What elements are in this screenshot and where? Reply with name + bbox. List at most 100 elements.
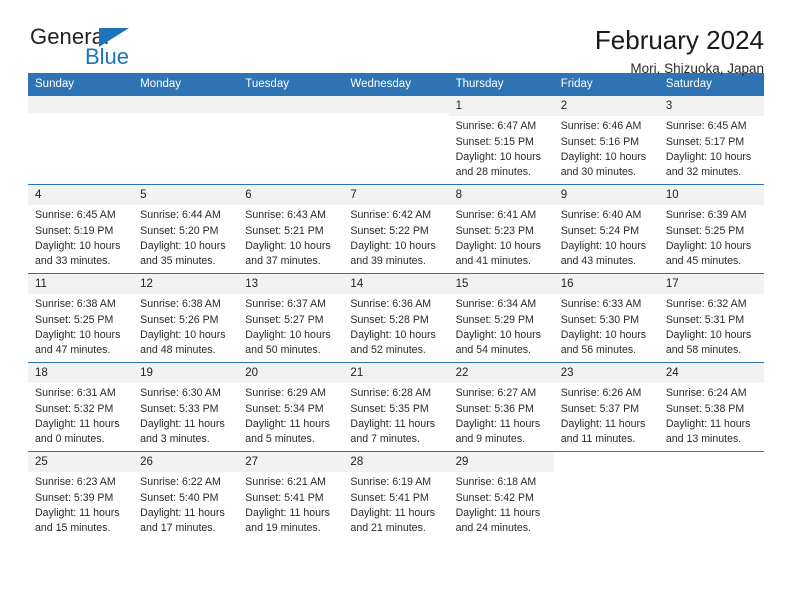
day-number: 7: [343, 185, 449, 206]
day-detail-daylight1: Daylight: 10 hours: [140, 328, 226, 341]
day-details: Sunrise: 6:47 AM Sunset: 5:15 PM Daylight:…: [449, 116, 554, 180]
day-details: Sunrise: 6:31 AM Sunset: 5:32 PM Daylight:…: [28, 383, 133, 447]
calendar-day-cell[interactable]: 4 Sunrise: 6:45 AM Sunset: 5:19 PM Daylight…: [28, 184, 134, 274]
calendar-page: General Blue February 2024 Mori, Shizuok…: [0, 0, 792, 612]
weekday-header-sunday: Sunday: [28, 73, 134, 96]
day-number: 22: [448, 363, 554, 384]
day-detail-daylight1: Daylight: 10 hours: [665, 239, 752, 252]
day-detail-sunrise: Sunrise: 6:45 AM: [35, 209, 116, 222]
calendar-table: Sunday Monday Tuesday Wednesday Thursday…: [28, 73, 764, 541]
day-number: 2: [553, 96, 659, 117]
calendar-day-cell[interactable]: 27 Sunrise: 6:21 AM Sunset: 5:41 PM Dayligh…: [238, 451, 344, 541]
day-detail-daylight2: and 47 minutes.: [35, 343, 111, 356]
calendar-day-cell[interactable]: 5 Sunrise: 6:44 AM Sunset: 5:20 PM Daylight…: [133, 184, 239, 274]
calendar-day-cell[interactable]: 29 Sunrise: 6:18 AM Sunset: 5:42 PM Dayligh…: [448, 451, 554, 541]
calendar-day-cell[interactable]: 9 Sunrise: 6:40 AM Sunset: 5:24 PM Daylight…: [553, 184, 659, 274]
day-number: 3: [658, 96, 764, 117]
day-number: 15: [448, 274, 554, 295]
day-detail-sunset: Sunset: 5:20 PM: [140, 224, 219, 237]
calendar-day-cell[interactable]: 2 Sunrise: 6:46 AM Sunset: 5:16 PM Daylight…: [553, 95, 659, 185]
day-detail-daylight1: Daylight: 10 hours: [665, 328, 752, 341]
calendar-day-cell[interactable]: 7 Sunrise: 6:42 AM Sunset: 5:22 PM Daylight…: [343, 184, 449, 274]
calendar-day-cell[interactable]: 6 Sunrise: 6:43 AM Sunset: 5:21 PM Daylight…: [238, 184, 344, 274]
day-detail-daylight1: Daylight: 11 hours: [245, 506, 330, 519]
calendar-day-cell[interactable]: 19 Sunrise: 6:30 AM Sunset: 5:33 PM Dayligh…: [133, 362, 239, 452]
calendar-day-cell[interactable]: 20 Sunrise: 6:29 AM Sunset: 5:34 PM Dayligh…: [238, 362, 344, 452]
day-detail-sunrise: Sunrise: 6:23 AM: [35, 476, 116, 489]
day-detail-daylight2: and 0 minutes.: [35, 432, 105, 445]
day-detail-sunrise: Sunrise: 6:27 AM: [455, 387, 537, 400]
calendar-day-cell[interactable]: 15 Sunrise: 6:34 AM Sunset: 5:29 PM Dayligh…: [448, 273, 554, 363]
calendar-cell-empty: [133, 95, 239, 185]
day-detail-daylight2: and 21 minutes.: [350, 521, 426, 534]
day-number: 19: [133, 363, 239, 384]
day-number: [659, 452, 764, 469]
day-detail-daylight1: Daylight: 10 hours: [560, 328, 647, 341]
day-detail-daylight1: Daylight: 11 hours: [455, 506, 541, 519]
day-number: [133, 96, 239, 113]
day-number: 14: [343, 274, 449, 295]
day-details: Sunrise: 6:37 AM Sunset: 5:27 PM Daylight:…: [238, 294, 343, 358]
day-details: Sunrise: 6:18 AM Sunset: 5:42 PM Daylight:…: [449, 472, 554, 536]
day-detail-sunset: Sunset: 5:31 PM: [665, 313, 745, 326]
calendar-day-cell[interactable]: 1 Sunrise: 6:47 AM Sunset: 5:15 PM Daylight…: [448, 95, 554, 185]
calendar-day-cell[interactable]: 25 Sunrise: 6:23 AM Sunset: 5:39 PM Dayligh…: [28, 451, 134, 541]
day-detail-sunset: Sunset: 5:27 PM: [245, 313, 324, 326]
day-number: 13: [238, 274, 344, 295]
calendar-day-cell[interactable]: 16 Sunrise: 6:33 AM Sunset: 5:30 PM Dayligh…: [553, 273, 659, 363]
day-detail-sunrise: Sunrise: 6:45 AM: [665, 120, 747, 133]
calendar-day-cell[interactable]: 26 Sunrise: 6:22 AM Sunset: 5:40 PM Dayligh…: [133, 451, 239, 541]
calendar-day-cell[interactable]: 10 Sunrise: 6:39 AM Sunset: 5:25 PM Dayligh…: [658, 184, 764, 274]
day-detail-sunrise: Sunrise: 6:44 AM: [140, 209, 221, 222]
day-detail-daylight2: and 11 minutes.: [560, 432, 636, 445]
day-detail-sunset: Sunset: 5:41 PM: [350, 491, 429, 504]
day-detail-daylight2: and 13 minutes.: [665, 432, 742, 445]
day-detail-daylight2: and 41 minutes.: [455, 254, 531, 267]
day-detail-sunrise: Sunrise: 6:38 AM: [140, 298, 221, 311]
day-number: [28, 96, 134, 113]
day-detail-sunrise: Sunrise: 6:26 AM: [560, 387, 642, 400]
calendar-day-cell[interactable]: 8 Sunrise: 6:41 AM Sunset: 5:23 PM Daylight…: [448, 184, 554, 274]
calendar-day-cell[interactable]: 12 Sunrise: 6:38 AM Sunset: 5:26 PM Dayligh…: [133, 273, 239, 363]
calendar-day-cell[interactable]: 24 Sunrise: 6:24 AM Sunset: 5:38 PM Dayligh…: [658, 362, 764, 452]
calendar-day-cell[interactable]: 14 Sunrise: 6:36 AM Sunset: 5:28 PM Dayligh…: [343, 273, 449, 363]
day-detail-daylight2: and 7 minutes.: [350, 432, 420, 445]
day-details: Sunrise: 6:34 AM Sunset: 5:29 PM Daylight:…: [449, 294, 554, 358]
calendar-day-cell[interactable]: 3 Sunrise: 6:45 AM Sunset: 5:17 PM Daylight…: [658, 95, 764, 185]
day-detail-sunset: Sunset: 5:35 PM: [350, 402, 429, 415]
calendar-day-cell[interactable]: 22 Sunrise: 6:27 AM Sunset: 5:36 PM Dayligh…: [448, 362, 554, 452]
calendar-day-cell[interactable]: 17 Sunrise: 6:32 AM Sunset: 5:31 PM Dayligh…: [658, 273, 764, 363]
calendar-week-row: 11 Sunrise: 6:38 AM Sunset: 5:25 PM Dayligh…: [28, 273, 764, 363]
weekday-header-thursday: Thursday: [448, 73, 554, 96]
day-detail-daylight1: Daylight: 10 hours: [350, 328, 436, 341]
day-detail-daylight2: and 37 minutes.: [245, 254, 321, 267]
calendar-cell-empty: [238, 95, 344, 185]
day-details: Sunrise: 6:32 AM Sunset: 5:31 PM Daylight:…: [659, 294, 764, 358]
calendar-day-cell[interactable]: 21 Sunrise: 6:28 AM Sunset: 5:35 PM Dayligh…: [343, 362, 449, 452]
day-detail-daylight2: and 54 minutes.: [455, 343, 531, 356]
day-number: 8: [448, 185, 554, 206]
weekday-header-tuesday: Tuesday: [238, 73, 344, 96]
day-detail-daylight1: Daylight: 10 hours: [560, 239, 647, 252]
day-detail-daylight1: Daylight: 10 hours: [665, 150, 752, 163]
day-detail-sunset: Sunset: 5:16 PM: [560, 135, 640, 148]
day-detail-daylight2: and 17 minutes.: [140, 521, 216, 534]
day-detail-sunset: Sunset: 5:30 PM: [560, 313, 640, 326]
calendar-day-cell[interactable]: 13 Sunrise: 6:37 AM Sunset: 5:27 PM Dayligh…: [238, 273, 344, 363]
calendar-day-cell[interactable]: 11 Sunrise: 6:38 AM Sunset: 5:25 PM Dayligh…: [28, 273, 134, 363]
day-detail-daylight2: and 15 minutes.: [35, 521, 111, 534]
calendar-day-cell[interactable]: 23 Sunrise: 6:26 AM Sunset: 5:37 PM Dayligh…: [553, 362, 659, 452]
day-detail-sunrise: Sunrise: 6:28 AM: [350, 387, 432, 400]
day-detail-daylight1: Daylight: 10 hours: [35, 239, 121, 252]
day-details: Sunrise: 6:38 AM Sunset: 5:25 PM Daylight:…: [28, 294, 133, 358]
day-detail-daylight2: and 33 minutes.: [35, 254, 111, 267]
day-detail-daylight1: Daylight: 11 hours: [665, 417, 751, 430]
day-detail-daylight1: Daylight: 11 hours: [350, 417, 436, 430]
day-details: Sunrise: 6:36 AM Sunset: 5:28 PM Daylight:…: [343, 294, 448, 358]
calendar-day-cell[interactable]: 28 Sunrise: 6:19 AM Sunset: 5:41 PM Dayligh…: [343, 451, 449, 541]
day-detail-sunset: Sunset: 5:22 PM: [350, 224, 429, 237]
day-detail-sunrise: Sunrise: 6:39 AM: [665, 209, 747, 222]
calendar-day-cell[interactable]: 18 Sunrise: 6:31 AM Sunset: 5:32 PM Dayligh…: [28, 362, 134, 452]
day-detail-sunset: Sunset: 5:28 PM: [350, 313, 429, 326]
day-detail-daylight2: and 39 minutes.: [350, 254, 426, 267]
